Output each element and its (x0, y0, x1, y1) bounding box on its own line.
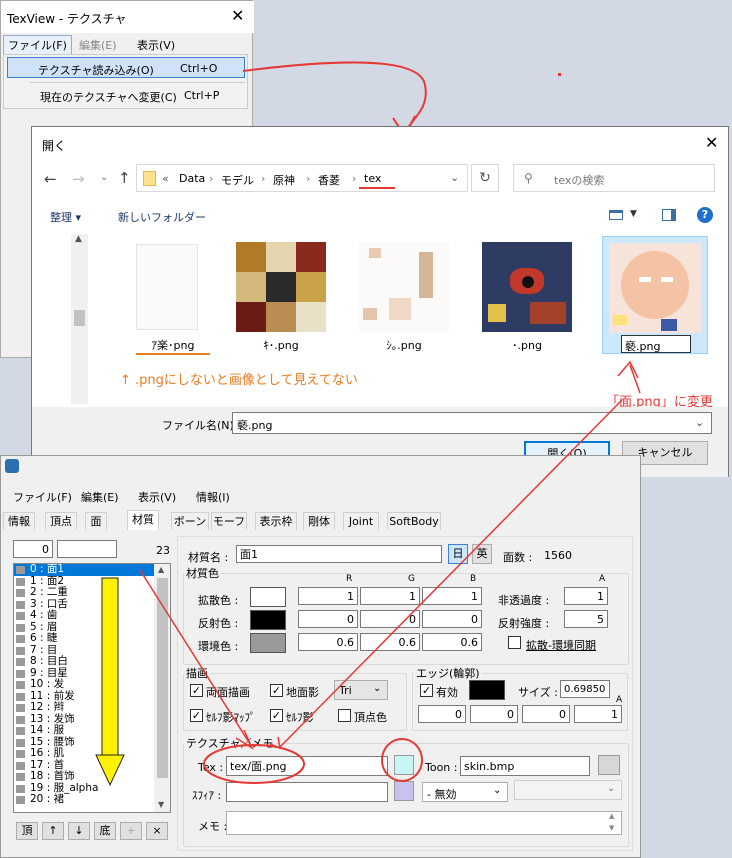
annotation-yellow-arrow (101, 577, 119, 757)
annotation-line-material (139, 569, 251, 745)
annotation-overlay (95, 360, 641, 787)
annotation-ellipse-swatch (381, 738, 423, 782)
annotation-line-rename (279, 399, 623, 748)
annotation-ellipse-tex (203, 744, 305, 784)
annotation-arrow-rename (629, 364, 641, 394)
